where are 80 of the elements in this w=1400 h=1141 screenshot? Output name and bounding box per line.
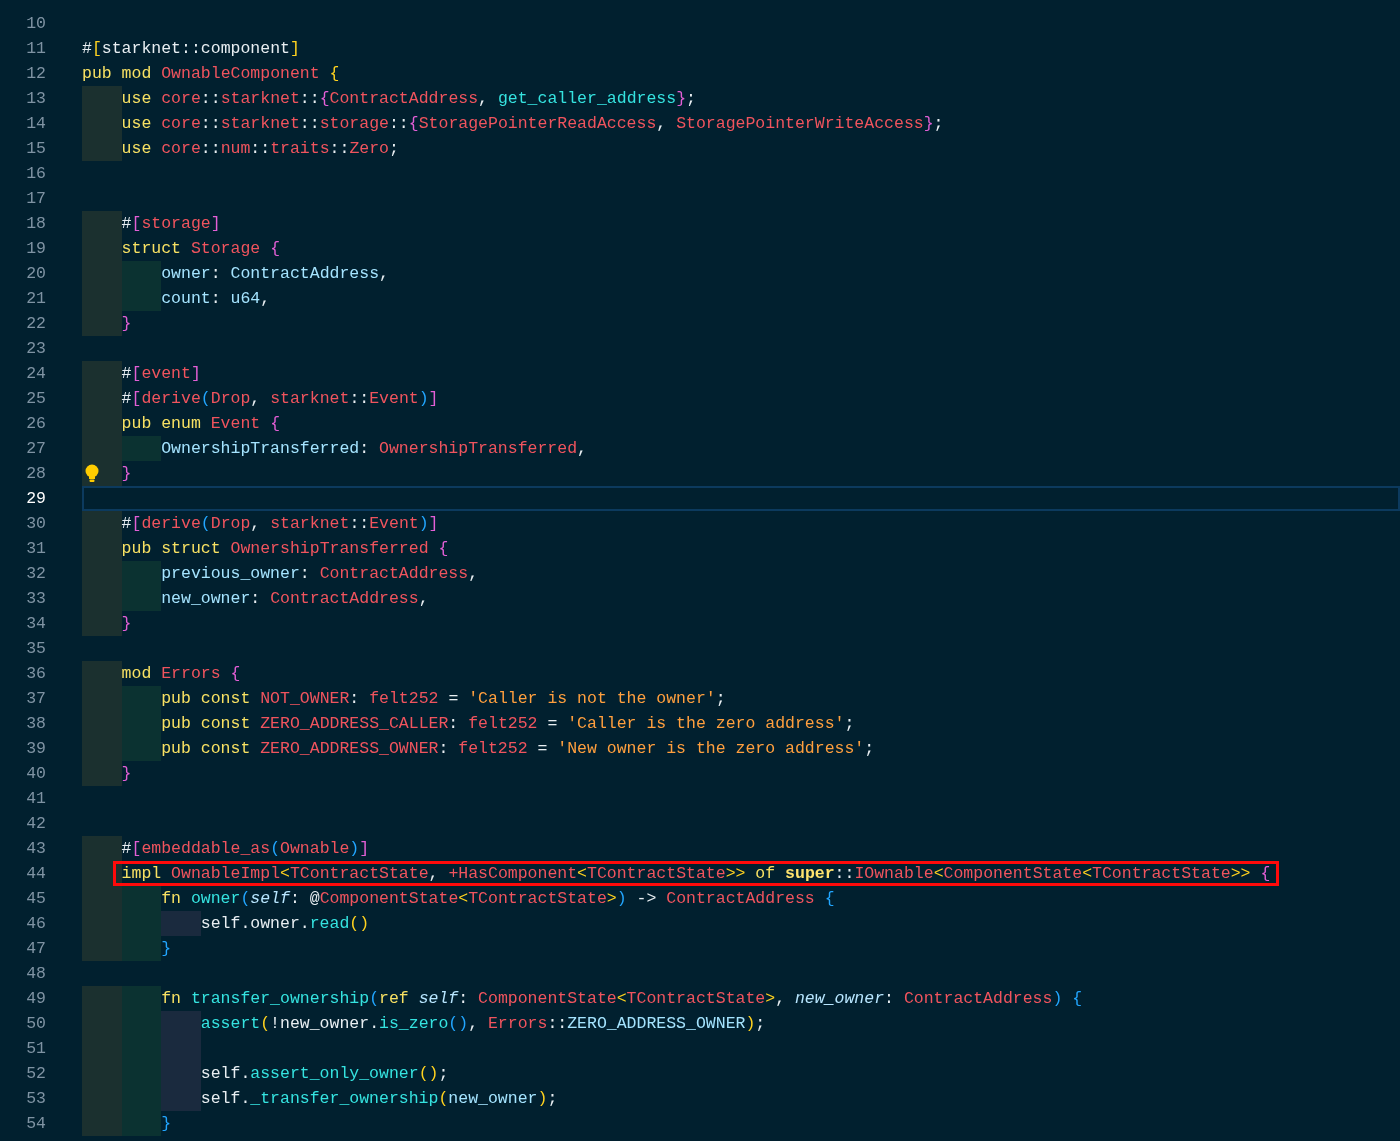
code-line: pub const NOT_OWNER: felt252 = 'Caller is not the owner';: [161, 688, 726, 710]
line-number: 42: [25, 813, 46, 835]
code-line: self.assert_only_owner();: [200, 1063, 449, 1085]
lightbulb-icon[interactable]: [84, 464, 100, 483]
line-number: 29: [25, 488, 46, 510]
line-number: 41: [25, 788, 46, 810]
code-line: }: [121, 463, 132, 485]
line-number: 24: [25, 363, 46, 385]
code-line: #[event]: [121, 363, 201, 385]
line-number: 53: [25, 1088, 46, 1110]
line-number: 47: [25, 938, 46, 960]
code-line: count: u64,: [161, 288, 271, 310]
line-number: 23: [25, 338, 46, 360]
line-number: 26: [25, 413, 46, 435]
code-line: new_owner: ContractAddress,: [161, 588, 429, 610]
code-line: assert(!new_owner.is_zero(), Errors::ZERO_ADDRESS_OWNER);: [200, 1013, 766, 1035]
code-line: self.owner.read(): [200, 913, 370, 935]
code-line: use core::starknet::{ContractAddress, get_caller_address};: [121, 88, 696, 110]
code-line: #[derive(Drop, starknet::Event)]: [121, 513, 439, 535]
line-number: 35: [25, 638, 46, 660]
line-number: 10: [25, 13, 46, 35]
line-number: 37: [25, 688, 46, 710]
line-number: 28: [25, 463, 46, 485]
line-number: 16: [25, 163, 46, 185]
line-number: 32: [25, 563, 46, 585]
line-number: 38: [25, 713, 46, 735]
line-number: 19: [25, 238, 46, 260]
line-number: 31: [25, 538, 46, 560]
code-line: #[storage]: [121, 213, 221, 235]
code-line: struct Storage {: [121, 238, 281, 260]
line-number: 40: [25, 763, 46, 785]
code-line: pub mod OwnableComponent {: [82, 63, 340, 85]
line-number: 43: [25, 838, 46, 860]
line-number: 33: [25, 588, 46, 610]
code-line: #[starknet::component]: [82, 38, 300, 60]
line-number: 51: [25, 1038, 46, 1060]
code-line: }: [161, 1113, 172, 1135]
line-number: 39: [25, 738, 46, 760]
line-number: 30: [25, 513, 46, 535]
code-line: fn transfer_ownership(ref self: ComponentState<TContractState>, new_owner: ContractAddress) {: [161, 988, 1083, 1010]
line-number: 11: [25, 38, 46, 60]
line-number: 14: [25, 113, 46, 135]
line-number: 22: [25, 313, 46, 335]
line-number: 21: [25, 288, 46, 310]
line-number: 52: [25, 1063, 46, 1085]
code-line: OwnershipTransferred: OwnershipTransferred,: [161, 438, 587, 460]
line-number: 17: [25, 188, 46, 210]
code-line: use core::num::traits::Zero;: [121, 138, 399, 160]
code-line: }: [161, 938, 172, 960]
line-number: 48: [25, 963, 46, 985]
code-line: pub const ZERO_ADDRESS_OWNER: felt252 = 'New owner is the zero address';: [161, 738, 875, 760]
code-line: }: [121, 313, 132, 335]
code-line: previous_owner: ContractAddress,: [161, 563, 479, 585]
line-number: 44: [25, 863, 46, 885]
code-line: pub enum Event {: [121, 413, 281, 435]
line-number: 45: [25, 888, 46, 910]
line-number: 54: [25, 1113, 46, 1135]
line-number: 13: [25, 88, 46, 110]
line-number: 50: [25, 1013, 46, 1035]
code-line: pub struct OwnershipTransferred {: [121, 538, 449, 560]
line-number: 36: [25, 663, 46, 685]
line-number: 20: [25, 263, 46, 285]
code-line: #[embeddable_as(Ownable)]: [121, 838, 370, 860]
line-number: 34: [25, 613, 46, 635]
code-line: }: [121, 613, 132, 635]
code-line: self._transfer_ownership(new_owner);: [200, 1088, 558, 1110]
line-number: 46: [25, 913, 46, 935]
line-number: 18: [25, 213, 46, 235]
line-number: 15: [25, 138, 46, 160]
line-number: 27: [25, 438, 46, 460]
code-line: fn owner(self: @ComponentState<TContractState>) -> ContractAddress {: [161, 888, 835, 910]
code-line: mod Errors {: [121, 663, 241, 685]
code-line: owner: ContractAddress,: [161, 263, 389, 285]
code-line: #[derive(Drop, starknet::Event)]: [121, 388, 439, 410]
code-line: pub const ZERO_ADDRESS_CALLER: felt252 = 'Caller is the zero address';: [161, 713, 855, 735]
line-number: 12: [25, 63, 46, 85]
code-line: use core::starknet::storage::{StoragePointerReadAccess, StoragePointerWriteAccess};: [121, 113, 944, 135]
code-line: }: [121, 763, 132, 785]
line-number: 49: [25, 988, 46, 1010]
line-number: 25: [25, 388, 46, 410]
